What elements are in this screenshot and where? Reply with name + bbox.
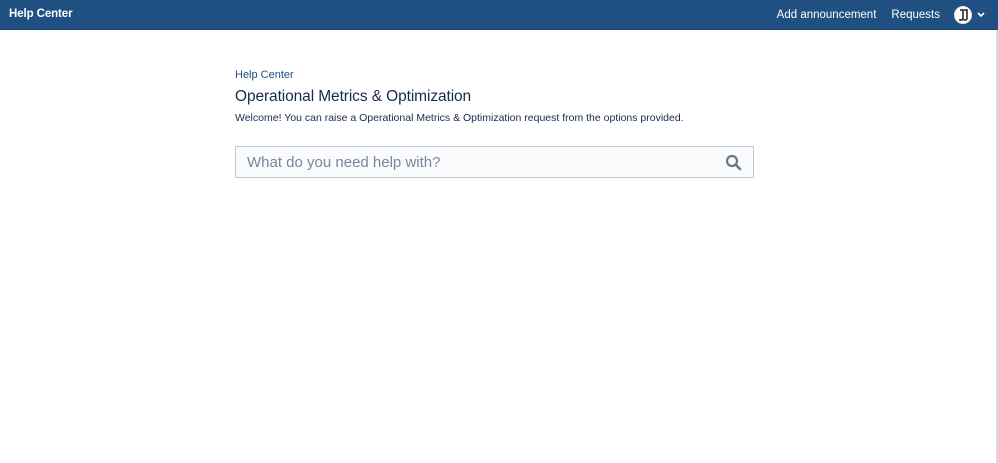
help-center-home-link[interactable]: Help Center (9, 8, 73, 20)
main-content: Help Center Operational Metrics & Optimi… (235, 69, 755, 178)
search-input[interactable] (236, 147, 716, 177)
requests-link[interactable]: Requests (891, 9, 940, 21)
top-navigation-bar: Help Center Add announcement Requests (0, 0, 998, 30)
search-icon[interactable] (725, 154, 742, 171)
user-avatar-icon (954, 6, 972, 24)
page-title: Operational Metrics & Optimization (235, 88, 472, 105)
top-navigation-actions: Add announcement Requests (777, 0, 986, 30)
search-box (235, 146, 754, 178)
add-announcement-link[interactable]: Add announcement (777, 9, 877, 21)
help-center-page: Help Center Add announcement Requests He… (0, 0, 998, 463)
welcome-message: Welcome! You can raise a Operational Met… (235, 112, 684, 124)
profile-menu-button[interactable] (954, 6, 986, 24)
breadcrumb-help-center-link[interactable]: Help Center (235, 69, 755, 82)
chevron-down-icon (976, 10, 986, 20)
